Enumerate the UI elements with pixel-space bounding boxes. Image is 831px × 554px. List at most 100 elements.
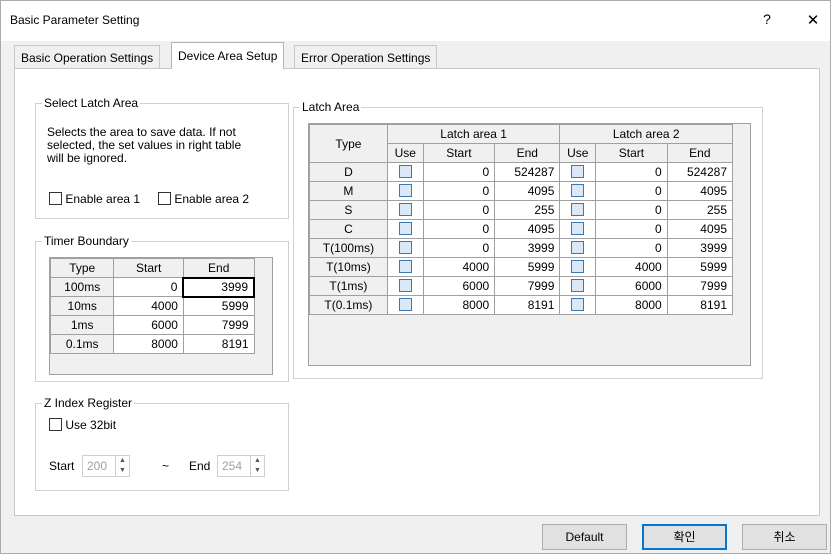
latch-end-1[interactable]: 5999 bbox=[494, 257, 561, 277]
timer-row-start[interactable]: 6000 bbox=[113, 315, 184, 335]
latch-use-2-checkbox[interactable] bbox=[571, 298, 585, 311]
latch-use-2-checkbox[interactable] bbox=[571, 222, 585, 235]
latch-start-2[interactable]: 0 bbox=[595, 238, 668, 258]
timer-row-start[interactable]: 8000 bbox=[113, 334, 184, 354]
latch-use-1-checkbox[interactable] bbox=[398, 241, 412, 254]
latch-end-1[interactable]: 3999 bbox=[494, 238, 561, 258]
spinner-down-icon[interactable]: ▼ bbox=[116, 466, 129, 476]
latch-use-2-checkbox[interactable] bbox=[571, 203, 585, 216]
use-32bit-box[interactable] bbox=[49, 418, 62, 431]
use-32bit-checkbox[interactable]: Use 32bit bbox=[49, 418, 116, 432]
latch-use-2[interactable] bbox=[559, 257, 597, 277]
latch-use-1[interactable] bbox=[386, 162, 424, 182]
latch-use-2-checkbox[interactable] bbox=[571, 260, 585, 273]
latch-use-1[interactable] bbox=[386, 238, 424, 258]
start-value[interactable]: 200 bbox=[87, 459, 107, 473]
latch-end-2[interactable]: 5999 bbox=[666, 257, 734, 277]
latch-use-1[interactable] bbox=[386, 257, 424, 277]
latch-use-2-checkbox[interactable] bbox=[571, 165, 585, 178]
latch-use-1-checkbox[interactable] bbox=[398, 260, 412, 273]
latch-start-2[interactable]: 0 bbox=[595, 219, 668, 239]
latch-end-1[interactable]: 255 bbox=[494, 200, 561, 220]
latch-use-2[interactable] bbox=[559, 181, 597, 201]
latch-use-1[interactable] bbox=[386, 295, 424, 315]
latch-use-1-checkbox[interactable] bbox=[398, 279, 412, 292]
latch-use-2[interactable] bbox=[559, 200, 597, 220]
enable-area-1-checkbox[interactable]: Enable area 1 bbox=[49, 192, 140, 206]
timer-row-start[interactable]: 4000 bbox=[113, 296, 184, 316]
latch-start-2[interactable]: 0 bbox=[595, 200, 668, 220]
timer-row-end[interactable]: 3999 bbox=[182, 276, 255, 298]
latch-start-1[interactable]: 8000 bbox=[422, 295, 496, 315]
latch-use-1[interactable] bbox=[386, 276, 424, 296]
ok-button[interactable]: 확인 bbox=[642, 524, 727, 550]
latch-start-2[interactable]: 0 bbox=[595, 181, 668, 201]
latch-start-2[interactable]: 6000 bbox=[595, 276, 668, 296]
latch-use-2[interactable] bbox=[559, 162, 597, 182]
cancel-button[interactable]: 취소 bbox=[742, 524, 827, 550]
end-spinner[interactable]: 254 ▲ ▼ bbox=[217, 455, 265, 477]
latch-use-1-checkbox[interactable] bbox=[398, 222, 412, 235]
latch-use-2-checkbox[interactable] bbox=[571, 184, 585, 197]
spinner-up-icon[interactable]: ▲ bbox=[251, 456, 264, 466]
latch-start-2[interactable]: 8000 bbox=[595, 295, 668, 315]
close-button[interactable]: ✕ bbox=[803, 11, 823, 29]
latch-end-1[interactable]: 524287 bbox=[494, 162, 561, 182]
latch-start-1[interactable]: 0 bbox=[422, 219, 496, 239]
latch-start-2[interactable]: 4000 bbox=[595, 257, 668, 277]
spinner-up-icon[interactable]: ▲ bbox=[116, 456, 129, 466]
end-value[interactable]: 254 bbox=[222, 459, 242, 473]
latch-use-2[interactable] bbox=[559, 238, 597, 258]
enable-area-1-label: Enable area 1 bbox=[65, 192, 141, 206]
help-button[interactable]: ? bbox=[757, 11, 777, 27]
enable-area-2-box[interactable] bbox=[158, 192, 171, 205]
latch-end-2[interactable]: 255 bbox=[666, 200, 734, 220]
latch-end-2[interactable]: 524287 bbox=[666, 162, 734, 182]
latch-use-2[interactable] bbox=[559, 295, 597, 315]
default-button[interactable]: Default bbox=[542, 524, 627, 550]
latch-start-2[interactable]: 0 bbox=[595, 162, 668, 182]
latch-start-1[interactable]: 0 bbox=[422, 181, 496, 201]
latch-row-type: T(100ms) bbox=[309, 238, 388, 258]
timer-row-end[interactable]: 7999 bbox=[182, 315, 255, 335]
latch-end-2[interactable]: 3999 bbox=[666, 238, 734, 258]
latch-end-2[interactable]: 7999 bbox=[666, 276, 734, 296]
latch-end-2[interactable]: 8191 bbox=[666, 295, 734, 315]
latch-use-2[interactable] bbox=[559, 219, 597, 239]
latch-use-1[interactable] bbox=[386, 181, 424, 201]
latch-end-1[interactable]: 4095 bbox=[494, 181, 561, 201]
latch-end-1[interactable]: 4095 bbox=[494, 219, 561, 239]
enable-area-2-checkbox[interactable]: Enable area 2 bbox=[158, 192, 249, 206]
end-spinner-arrows[interactable]: ▲ ▼ bbox=[250, 456, 264, 476]
start-spinner-arrows[interactable]: ▲ ▼ bbox=[115, 456, 129, 476]
latch-start-1[interactable]: 6000 bbox=[422, 276, 496, 296]
latch-end-2[interactable]: 4095 bbox=[666, 181, 734, 201]
tab-basic-operation[interactable]: Basic Operation Settings bbox=[14, 45, 161, 69]
latch-use-2-checkbox[interactable] bbox=[571, 279, 585, 292]
latch-use-1-checkbox[interactable] bbox=[398, 298, 412, 311]
enable-area-1-box[interactable] bbox=[49, 192, 62, 205]
latch-end-1[interactable]: 7999 bbox=[494, 276, 561, 296]
table-row: 100ms 0 3999 bbox=[49, 276, 255, 298]
latch-end-1[interactable]: 8191 bbox=[494, 295, 561, 315]
timer-row-start[interactable]: 0 bbox=[113, 277, 184, 297]
latch-use-1-checkbox[interactable] bbox=[398, 203, 412, 216]
tab-device-area[interactable]: Device Area Setup bbox=[171, 42, 285, 69]
tab-error-operation[interactable]: Error Operation Settings bbox=[294, 45, 438, 69]
latch-use-1-checkbox[interactable] bbox=[398, 165, 412, 178]
latch-start-1[interactable]: 0 bbox=[422, 238, 496, 258]
spinner-down-icon[interactable]: ▼ bbox=[251, 466, 264, 476]
latch-end-2[interactable]: 4095 bbox=[666, 219, 734, 239]
latch-use-2-checkbox[interactable] bbox=[571, 241, 585, 254]
latch-use-1-checkbox[interactable] bbox=[398, 184, 412, 197]
latch-use-1[interactable] bbox=[386, 200, 424, 220]
latch-start-1[interactable]: 4000 bbox=[422, 257, 496, 277]
timer-row-end[interactable]: 8191 bbox=[182, 334, 255, 354]
latch-start-1[interactable]: 0 bbox=[422, 162, 496, 182]
latch-start-1[interactable]: 0 bbox=[422, 200, 496, 220]
table-row: T(0.1ms) 8000 8191 8000 8191 bbox=[309, 295, 734, 315]
timer-row-end[interactable]: 5999 bbox=[182, 296, 255, 316]
latch-use-2[interactable] bbox=[559, 276, 597, 296]
latch-use-1[interactable] bbox=[386, 219, 424, 239]
start-spinner[interactable]: 200 ▲ ▼ bbox=[82, 455, 130, 477]
